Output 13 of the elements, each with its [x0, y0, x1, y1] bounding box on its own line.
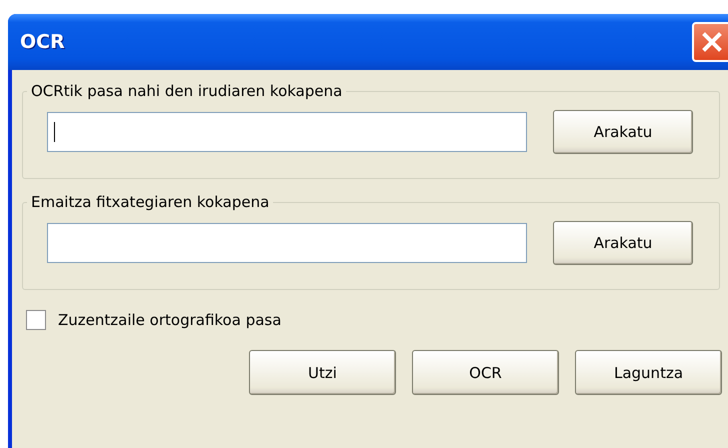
- group-label: OCRtik pasa nahi den irudiaren kokapena: [30, 82, 344, 100]
- dialog-button[interactable]: OCR: [412, 350, 559, 395]
- browse-button[interactable]: Arakatu: [553, 221, 693, 265]
- close-button[interactable]: [692, 22, 728, 62]
- path-field[interactable]: [47, 112, 527, 152]
- window-title: OCR: [20, 31, 65, 53]
- group-label: Emaitza fitxategiaren kokapena: [30, 193, 270, 211]
- dialog-button[interactable]: Utzi: [249, 350, 396, 395]
- path-field[interactable]: [47, 223, 527, 263]
- browse-button[interactable]: Arakatu: [553, 110, 693, 154]
- checkbox-label[interactable]: Zuzentzaile ortografikoa pasa: [58, 311, 282, 329]
- checkbox[interactable]: [26, 310, 46, 330]
- dialog-button[interactable]: Laguntza: [575, 350, 722, 395]
